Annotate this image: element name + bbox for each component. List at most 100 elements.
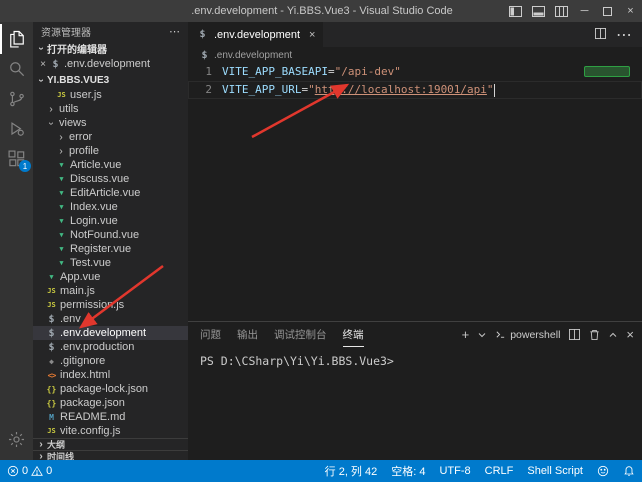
extensions-badge: 1 — [19, 160, 31, 172]
minimize-button[interactable]: ─ — [573, 0, 596, 22]
tree-item-views[interactable]: ›views — [33, 116, 188, 130]
more-actions-icon[interactable]: ⋯ — [169, 25, 180, 38]
activity-bar: 1 — [0, 22, 33, 460]
tree-item-Discuss.vue[interactable]: ▼Discuss.vue — [33, 172, 188, 186]
source-control-icon[interactable] — [0, 84, 33, 114]
tree-item-.env.development[interactable]: $.env.development — [33, 326, 188, 340]
tree-item-.gitignore[interactable]: ◆.gitignore — [33, 354, 188, 368]
file-label: package-lock.json — [60, 383, 148, 395]
search-icon[interactable] — [0, 54, 33, 84]
maximize-button[interactable] — [596, 0, 619, 22]
tree-item-profile[interactable]: ›profile — [33, 144, 188, 158]
tree-item-Login.vue[interactable]: ▼Login.vue — [33, 214, 188, 228]
error-count: 0 — [22, 465, 28, 477]
terminal-prompt: PS D:\CSharp\Yi\Yi.BBS.Vue3> — [200, 354, 394, 368]
close-button[interactable]: × — [619, 0, 642, 22]
split-editor-icon[interactable] — [595, 26, 606, 44]
language-mode[interactable]: Shell Script — [520, 465, 590, 477]
close-tab-icon[interactable]: × — [309, 29, 315, 41]
tree-item-user.js[interactable]: JSuser.js — [33, 88, 188, 102]
tree-item-EditArticle.vue[interactable]: ▼EditArticle.vue — [33, 186, 188, 200]
notifications-bell-icon[interactable] — [616, 465, 642, 477]
open-editors-header[interactable]: › 打开的编辑器 — [33, 40, 188, 56]
indentation[interactable]: 空格: 4 — [384, 463, 432, 479]
md-file-icon: M — [45, 413, 58, 422]
maximize-panel-chevron-icon[interactable] — [609, 332, 617, 338]
file-label: .gitignore — [60, 355, 105, 367]
run-debug-icon[interactable] — [0, 114, 33, 144]
tree-item-Article.vue[interactable]: ▼Article.vue — [33, 158, 188, 172]
file-label: Article.vue — [70, 159, 121, 171]
open-editor-.env.development[interactable]: ×$.env.development — [33, 56, 188, 72]
panel-tab-output[interactable]: 输出 — [237, 322, 258, 347]
open-editors-list: ×$.env.development — [33, 56, 188, 72]
vue-file-icon: ▼ — [55, 203, 68, 211]
open-editors-label: 打开的编辑器 — [47, 41, 107, 56]
editor-column: $ .env.development × ⋯ $ .env.developmen… — [188, 22, 642, 460]
tree-item-error[interactable]: ›error — [33, 130, 188, 144]
tree-item-README.md[interactable]: MREADME.md — [33, 410, 188, 424]
tree-item-permission.js[interactable]: JSpermission.js — [33, 298, 188, 312]
toggle-panel-icon[interactable] — [527, 0, 550, 22]
breadcrumb[interactable]: $ .env.development — [188, 47, 642, 63]
file-label: Discuss.vue — [70, 173, 129, 185]
tree-item-utils[interactable]: ›utils — [33, 102, 188, 116]
panel-tab-debug-console[interactable]: 调试控制台 — [274, 322, 327, 347]
tree-item-index.html[interactable]: <>index.html — [33, 368, 188, 382]
file-label: utils — [59, 103, 79, 115]
panel-tab-terminal[interactable]: 终端 — [343, 322, 364, 347]
eol-sequence[interactable]: CRLF — [478, 465, 521, 477]
panel-tabs: 问题输出调试控制台终端 — [200, 322, 364, 347]
vue-file-icon: ▼ — [55, 189, 68, 197]
tree-item-.env[interactable]: $.env — [33, 312, 188, 326]
tree-item-Index.vue[interactable]: ▼Index.vue — [33, 200, 188, 214]
tree-item-main.js[interactable]: JSmain.js — [33, 284, 188, 298]
html-file-icon: <> — [45, 371, 58, 380]
terminal-profile-chevron-icon[interactable] — [478, 332, 486, 338]
editor-more-actions-icon[interactable]: ⋯ — [616, 25, 632, 45]
split-terminal-icon[interactable] — [569, 329, 580, 340]
tree-item-.env.production[interactable]: $.env.production — [33, 340, 188, 354]
outline-section[interactable]: › 大纲 — [33, 438, 188, 450]
new-terminal-button[interactable]: + — [462, 328, 470, 341]
editor[interactable]: 1VITE_APP_BASEAPI="/api-dev"2VITE_APP_UR… — [188, 63, 642, 321]
window-controls: ─ × — [504, 0, 642, 22]
code-line-2[interactable]: 2VITE_APP_URL="http://localhost:19001/ap… — [188, 81, 642, 99]
toggle-sidebar-icon[interactable] — [504, 0, 527, 22]
vue-file-icon: ▼ — [55, 259, 68, 267]
extensions-icon[interactable]: 1 — [0, 144, 33, 174]
problems-status[interactable]: 0 0 — [0, 465, 59, 477]
timeline-section[interactable]: › 时间线 — [33, 450, 188, 460]
explorer-sidebar: 资源管理器 ⋯ › 打开的编辑器 ×$.env.development › YI… — [33, 22, 188, 460]
close-editor-icon[interactable]: × — [37, 59, 49, 70]
settings-gear-icon[interactable] — [0, 424, 33, 454]
token-variable: VITE_APP_BASEAPI — [222, 65, 328, 78]
encoding[interactable]: UTF-8 — [432, 465, 477, 477]
error-icon — [7, 465, 19, 477]
panel-tab-problems[interactable]: 问题 — [200, 322, 221, 347]
terminal-output[interactable]: PS D:\CSharp\Yi\Yi.BBS.Vue3> — [188, 347, 642, 460]
close-panel-icon[interactable]: × — [626, 328, 634, 341]
tree-item-Test.vue[interactable]: ▼Test.vue — [33, 256, 188, 270]
tab-bar-empty-space — [324, 22, 585, 47]
feedback-smiley-icon[interactable] — [590, 465, 616, 477]
tree-item-package-lock.json[interactable]: {}package-lock.json — [33, 382, 188, 396]
token-string: " — [308, 83, 315, 96]
kill-terminal-trash-icon[interactable] — [589, 329, 600, 341]
tree-item-package.json[interactable]: {}package.json — [33, 396, 188, 410]
customize-layout-icon[interactable] — [550, 0, 573, 22]
tab-env-development[interactable]: $ .env.development × — [188, 22, 324, 47]
tree-item-Register.vue[interactable]: ▼Register.vue — [33, 242, 188, 256]
js-file-icon: JS — [45, 287, 58, 295]
tree-item-NotFound.vue[interactable]: ▼NotFound.vue — [33, 228, 188, 242]
tree-item-App.vue[interactable]: ▼App.vue — [33, 270, 188, 284]
file-label: EditArticle.vue — [70, 187, 140, 199]
code-line-1[interactable]: 1VITE_APP_BASEAPI="/api-dev" — [188, 63, 642, 81]
panel-actions: + powershell — [462, 328, 634, 341]
terminal-tab-powershell[interactable]: powershell — [495, 329, 560, 341]
tree-item-vite.config.js[interactable]: JSvite.config.js — [33, 424, 188, 438]
explorer-icon[interactable] — [0, 24, 33, 54]
terminal-icon — [495, 329, 506, 340]
cursor-position[interactable]: 行 2, 列 42 — [318, 463, 385, 479]
project-header[interactable]: › YI.BBS.VUE3 — [33, 72, 188, 88]
